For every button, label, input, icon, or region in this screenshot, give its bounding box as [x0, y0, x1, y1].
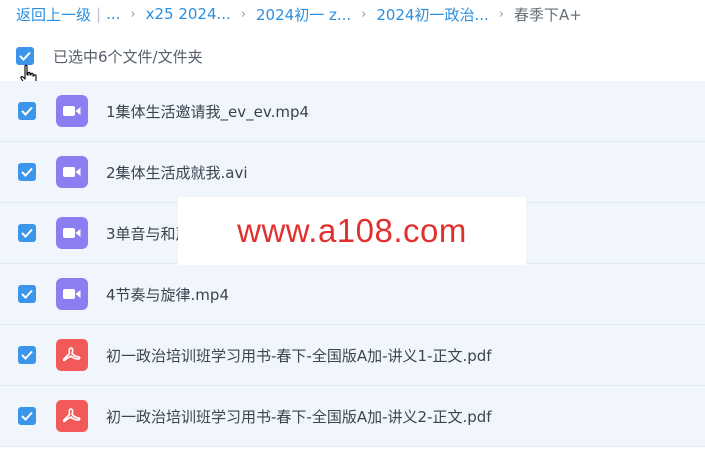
selection-count-label: 已选中6个文件/文件夹 [53, 47, 203, 66]
check-icon [21, 411, 33, 421]
check-icon [19, 51, 31, 61]
breadcrumb-item[interactable]: 2024初一 z... [256, 4, 351, 25]
breadcrumb: 返回上一级 | ... › x25 2024... › 2024初一 z... … [16, 3, 582, 25]
video-icon [56, 156, 88, 188]
breadcrumb-item[interactable]: 2024初一政治... [376, 4, 488, 25]
file-row[interactable]: 1集体生活邀请我_ev_ev.mp4 [0, 81, 705, 142]
select-all-checkbox[interactable] [16, 47, 34, 65]
watermark-overlay: www.a108.com [178, 197, 526, 265]
file-row[interactable]: 初一政治培训班学习用书-春下-全国版A加-讲义2-正文.pdf [0, 386, 705, 447]
watermark-text: www.a108.com [237, 212, 467, 249]
file-name[interactable]: 2集体生活成就我.avi [106, 162, 248, 183]
check-icon [21, 106, 33, 116]
file-checkbox[interactable] [18, 407, 36, 425]
file-browser: 返回上一级 | ... › x25 2024... › 2024初一 z... … [0, 0, 705, 463]
breadcrumb-arrow-icon: › [130, 6, 136, 22]
file-row[interactable]: 2集体生活成就我.avi [0, 142, 705, 203]
video-icon [56, 278, 88, 310]
breadcrumb-current: 春季下A+ [514, 5, 582, 24]
file-name[interactable]: 初一政治培训班学习用书-春下-全国版A加-讲义1-正文.pdf [106, 345, 492, 366]
check-icon [21, 350, 33, 360]
file-checkbox[interactable] [18, 224, 36, 242]
file-checkbox[interactable] [18, 102, 36, 120]
pdf-icon [56, 400, 88, 432]
file-name[interactable]: 初一政治培训班学习用书-春下-全国版A加-讲义2-正文.pdf [106, 406, 492, 427]
video-icon [56, 95, 88, 127]
file-checkbox[interactable] [18, 163, 36, 181]
file-row[interactable]: 4节奏与旋律.mp4 [0, 264, 705, 325]
file-checkbox[interactable] [18, 285, 36, 303]
check-icon [21, 228, 33, 238]
file-checkbox[interactable] [18, 346, 36, 364]
file-row[interactable]: 初一政治培训班学习用书-春下-全国版A加-讲义1-正文.pdf [0, 325, 705, 386]
back-link[interactable]: 返回上一级 [16, 4, 91, 25]
select-all-row: 已选中6个文件/文件夹 [0, 38, 705, 74]
breadcrumb-divider: | [96, 5, 102, 23]
file-name[interactable]: 1集体生活邀请我_ev_ev.mp4 [106, 101, 309, 122]
breadcrumb-ellipsis[interactable]: ... [106, 5, 120, 23]
breadcrumb-arrow-icon: › [240, 6, 247, 22]
breadcrumb-arrow-icon: › [361, 6, 367, 22]
check-icon [21, 289, 33, 299]
check-icon [21, 167, 33, 177]
breadcrumb-item[interactable]: x25 2024... [146, 5, 231, 23]
file-name[interactable]: 4节奏与旋律.mp4 [106, 284, 229, 305]
pdf-icon [56, 339, 88, 371]
video-icon [56, 217, 88, 249]
breadcrumb-arrow-icon: › [498, 6, 505, 22]
